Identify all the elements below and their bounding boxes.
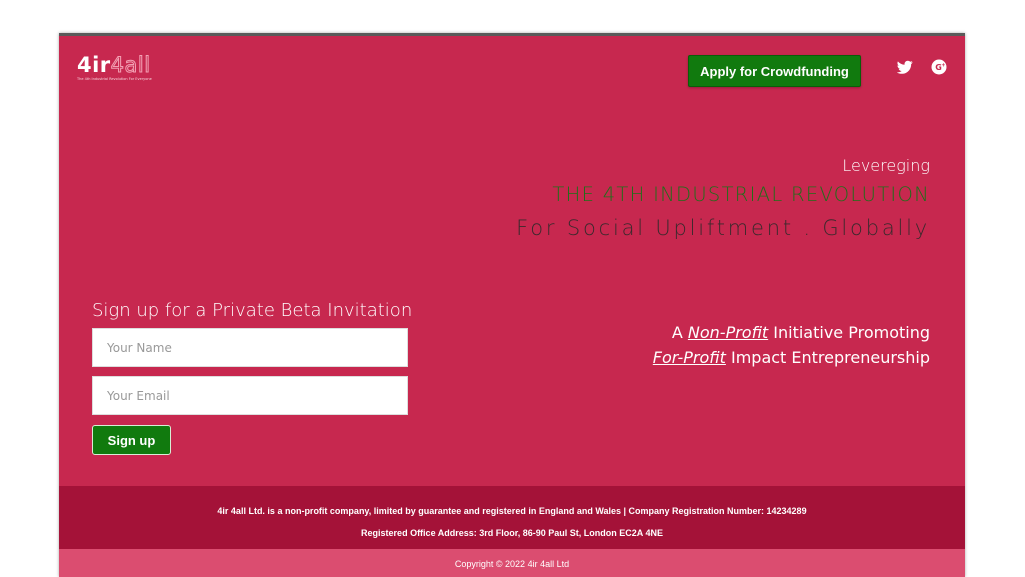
tagline-prefix: A [671, 323, 688, 342]
logo-bold: 4ir [77, 53, 111, 77]
tagline-line-2: For-Profit Impact Entrepreneurship [653, 345, 930, 370]
email-input[interactable] [92, 376, 408, 415]
google-plus-icon-svg: G + [931, 59, 947, 75]
apply-crowdfunding-button[interactable]: Apply for Crowdfunding [688, 55, 861, 87]
tagline-forprofit: For-Profit [652, 348, 726, 367]
tagline-line-1: A Non-Profit Initiative Promoting [653, 320, 930, 345]
footer-address: Registered Office Address: 3rd Floor, 86… [361, 528, 663, 538]
name-input[interactable] [92, 328, 408, 367]
signup-button[interactable]: Sign up [92, 425, 171, 455]
hero-headline: Levereging THE 4TH INDUSTRIAL REVOLUTION… [516, 156, 930, 240]
hero-line-social: For Social Upliftment . Globally [516, 216, 930, 240]
brand-logo[interactable]: 4ir4all The 4th Industrial Revolution Fo… [77, 53, 152, 82]
twitter-icon[interactable] [896, 59, 913, 75]
logo-outline: 4all [110, 53, 151, 77]
tagline-middle: Initiative Promoting [768, 323, 930, 342]
footer-copyright: Copyright © 2022 4ir 4all Ltd [59, 549, 965, 577]
hero-line-levereging: Levereging [842, 156, 930, 175]
twitter-icon-svg [896, 60, 913, 74]
logo-wordmark: 4ir4all [77, 53, 152, 77]
signup-title: Sign up for a Private Beta Invitation [92, 300, 413, 321]
google-plus-icon[interactable]: G + [931, 59, 947, 75]
tagline-nonprofit: Non-Profit [687, 323, 769, 342]
tagline-suffix: Impact Entrepreneurship [725, 348, 930, 367]
initiative-tagline: A Non-Profit Initiative Promoting For-Pr… [653, 320, 930, 370]
svg-text:+: + [941, 62, 945, 68]
logo-tagline: The 4th Industrial Revolution For Everyo… [77, 77, 152, 81]
hero-line-4ir: THE 4TH INDUSTRIAL REVOLUTION [552, 183, 930, 206]
page-frame: 4ir4all The 4th Industrial Revolution Fo… [59, 33, 965, 577]
footer-company-info: 4ir 4all Ltd. is a non-profit company, l… [59, 486, 965, 549]
footer-registration: 4ir 4all Ltd. is a non-profit company, l… [217, 506, 807, 516]
